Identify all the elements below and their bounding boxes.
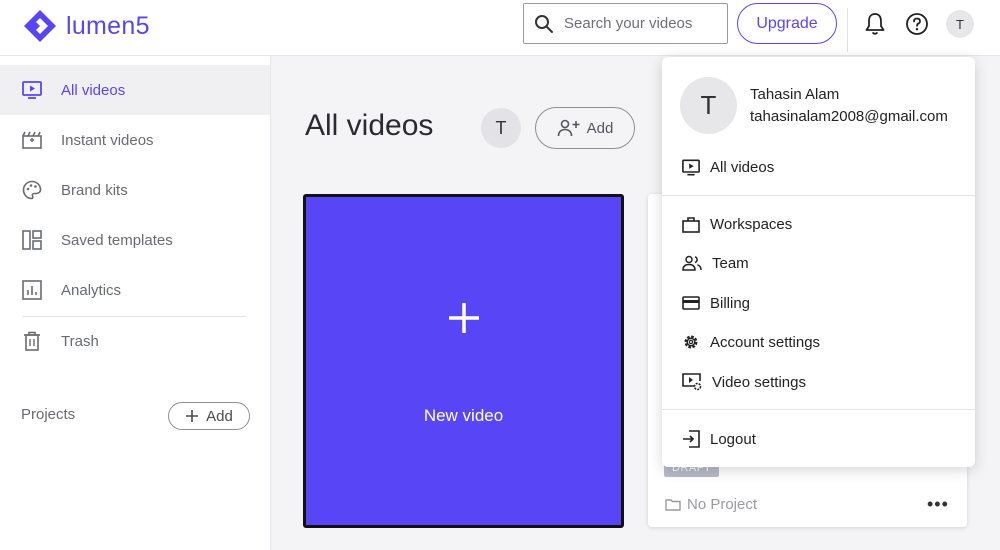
template-icon (22, 230, 42, 250)
sidebar-item-instant-videos[interactable]: Instant videos (0, 115, 270, 165)
menu-item-label: All videos (710, 158, 775, 176)
credit-card-icon (682, 296, 700, 310)
palette-icon (22, 180, 42, 200)
folder-icon (665, 499, 681, 511)
gear-icon (684, 335, 698, 349)
menu-divider (662, 409, 975, 410)
sidebar-item-label: Analytics (61, 281, 122, 299)
logo-text: lumen5 (66, 11, 150, 40)
trash-icon (24, 331, 40, 351)
sidebar-item-saved-templates[interactable]: Saved templates (0, 215, 270, 265)
menu-item-label: Billing (710, 294, 751, 312)
add-member-button[interactable]: Add (535, 107, 635, 149)
menu-item-all-videos[interactable]: All videos (662, 149, 975, 185)
sidebar: All videos Instant videos Brand kits Sav… (0, 56, 271, 550)
lumen5-logo-icon (24, 10, 56, 42)
logo[interactable]: lumen5 (22, 8, 150, 44)
menu-item-logout[interactable]: Logout (662, 421, 975, 457)
new-video-label: New video (423, 406, 504, 425)
project-link[interactable]: No Project (665, 496, 757, 513)
project-label: No Project (687, 496, 758, 513)
menu-item-team[interactable]: Team (662, 245, 975, 281)
upgrade-button[interactable]: Upgrade (737, 3, 837, 44)
add-user-icon (557, 119, 580, 137)
menu-item-account-settings[interactable]: Account settings (662, 324, 975, 360)
add-member-label: Add (586, 119, 614, 137)
plus-icon (186, 410, 199, 422)
plus-icon (449, 303, 479, 333)
sidebar-item-analytics[interactable]: Analytics (0, 265, 270, 315)
sidebar-item-label: Instant videos (61, 131, 154, 149)
more-options-button[interactable]: ••• (927, 494, 949, 515)
add-project-button[interactable]: Add (168, 402, 250, 430)
play-screen-icon (22, 81, 42, 99)
menu-item-video-settings[interactable]: Video settings (662, 364, 975, 400)
menu-item-label: Workspaces (710, 215, 793, 233)
analytics-icon (22, 280, 42, 300)
clapperboard-icon (22, 131, 42, 149)
page-title: All videos (305, 109, 434, 142)
projects-heading: Projects (21, 406, 76, 423)
new-video-button[interactable]: New video (303, 194, 624, 528)
notification-bell-icon[interactable] (864, 12, 886, 36)
add-project-label: Add (206, 407, 233, 425)
play-screen-icon (682, 158, 700, 176)
search-placeholder: Search your videos (564, 15, 693, 32)
team-icon (682, 255, 702, 271)
briefcase-icon (682, 216, 700, 233)
search-icon (535, 14, 553, 33)
sidebar-item-label: Brand kits (61, 181, 128, 199)
member-avatar[interactable]: T (481, 108, 521, 148)
menu-item-workspaces[interactable]: Workspaces (662, 206, 975, 242)
account-avatar: T (680, 77, 737, 134)
menu-item-billing[interactable]: Billing (662, 285, 975, 321)
sidebar-item-brand-kits[interactable]: Brand kits (0, 165, 270, 215)
logout-icon (683, 430, 700, 448)
menu-item-label: Team (712, 254, 749, 272)
menu-item-label: Video settings (712, 373, 806, 391)
menu-divider (662, 195, 975, 196)
video-settings-icon (682, 373, 702, 391)
user-avatar-button[interactable]: T (946, 10, 974, 38)
sidebar-item-trash[interactable]: Trash (0, 316, 270, 366)
search-input[interactable]: Search your videos (523, 3, 728, 44)
header-divider (847, 8, 848, 52)
menu-item-label: Logout (710, 430, 756, 448)
sidebar-item-all-videos[interactable]: All videos (0, 65, 270, 115)
menu-item-label: Account settings (710, 333, 821, 351)
sidebar-item-label: Trash (61, 332, 99, 350)
top-header: lumen5 Search your videos Upgrade T (0, 0, 1000, 56)
account-menu: T Tahasin Alam tahasinalam2008@gmail.com… (662, 57, 975, 467)
help-icon[interactable] (905, 12, 929, 36)
account-email: tahasinalam2008@gmail.com (750, 108, 948, 125)
account-name: Tahasin Alam (750, 86, 840, 103)
sidebar-item-label: Saved templates (61, 231, 173, 249)
sidebar-item-label: All videos (61, 81, 126, 99)
